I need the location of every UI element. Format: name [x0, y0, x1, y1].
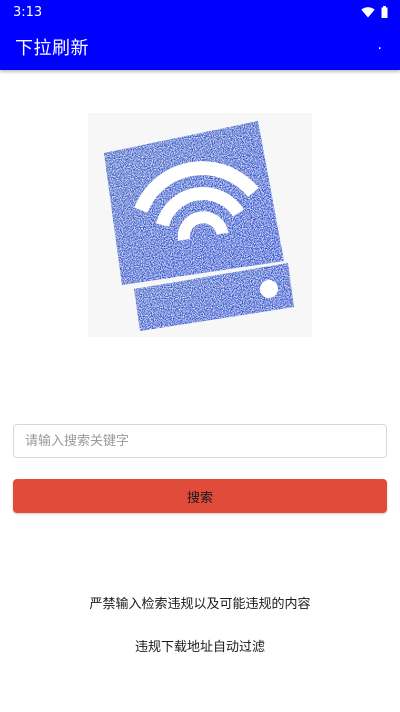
- status-icons: [361, 6, 388, 18]
- status-bar: 3:13: [0, 0, 400, 24]
- overflow-menu-button[interactable]: .: [378, 38, 382, 56]
- status-time: 3:13: [13, 4, 43, 20]
- notice-text-filter: 违规下载地址自动过滤: [134, 640, 265, 655]
- app-bar: 下拉刷新 .: [0, 24, 400, 70]
- page-title: 下拉刷新: [15, 38, 89, 59]
- search-input[interactable]: [13, 424, 387, 458]
- app-logo: [88, 113, 312, 337]
- battery-icon: [381, 6, 388, 18]
- notice-text-prohibited: 严禁输入检索违规以及可能违规的内容: [89, 597, 311, 612]
- search-button[interactable]: 搜索: [13, 479, 387, 513]
- wifi-device-logo-icon: [104, 121, 294, 331]
- screen: 3:13 下拉刷新 . 请输入搜索关键字 搜索 严禁输入检索违规以及可能违规的内…: [0, 0, 400, 712]
- wifi-icon: [361, 7, 375, 18]
